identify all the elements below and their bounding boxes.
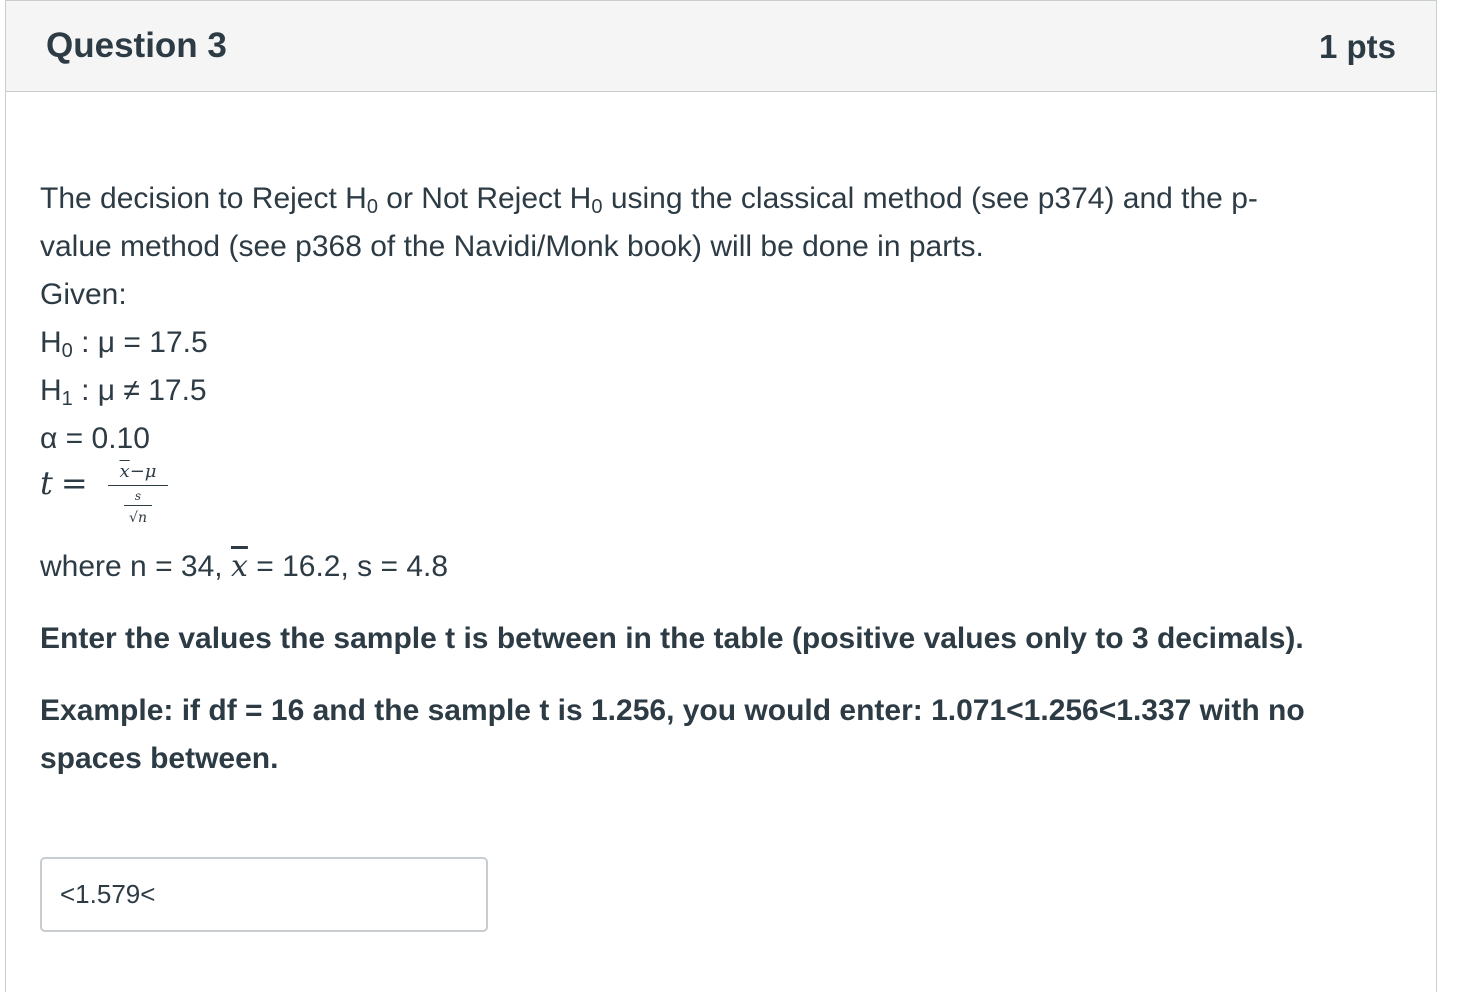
formula-lhs: t = [40,464,88,502]
t-statistic-formula: t = x−μ s √n [40,461,1350,543]
question-body: The decision to Reject H0 or Not Reject … [40,175,1350,783]
fraction-bar-inner [124,505,152,506]
alpha-level: α = 0.10 [40,422,150,455]
null-hypothesis: H0 : μ = 17.5 [40,326,208,362]
fraction-bar [108,485,168,486]
example-text: Example: if df = 16 and the sample t is … [40,694,1305,775]
formula-denominator-s: s [134,489,142,503]
answer-input[interactable] [40,857,488,932]
formula-denominator-sqrt-n: √n [129,510,147,526]
intro-line-2: value method (see p368 of the Navidi/Mon… [40,230,984,263]
instruction-text: Enter the values the sample t is between… [40,622,1304,655]
question-title: Question 3 [46,26,227,65]
question-header: Question 3 1 pts [6,1,1436,92]
formula-fraction: x−μ s √n [108,461,168,527]
intro-line-1: The decision to Reject H0 or Not Reject … [40,182,1258,218]
question-points: 1 pts [1318,28,1396,65]
given-values: where n = 34, x = 16.2, s = 4.8 [40,549,449,584]
formula-numerator: x−μ [119,461,157,482]
given-label: Given: [40,278,127,311]
alternative-hypothesis: H1 : μ ≠ 17.5 [40,374,207,410]
